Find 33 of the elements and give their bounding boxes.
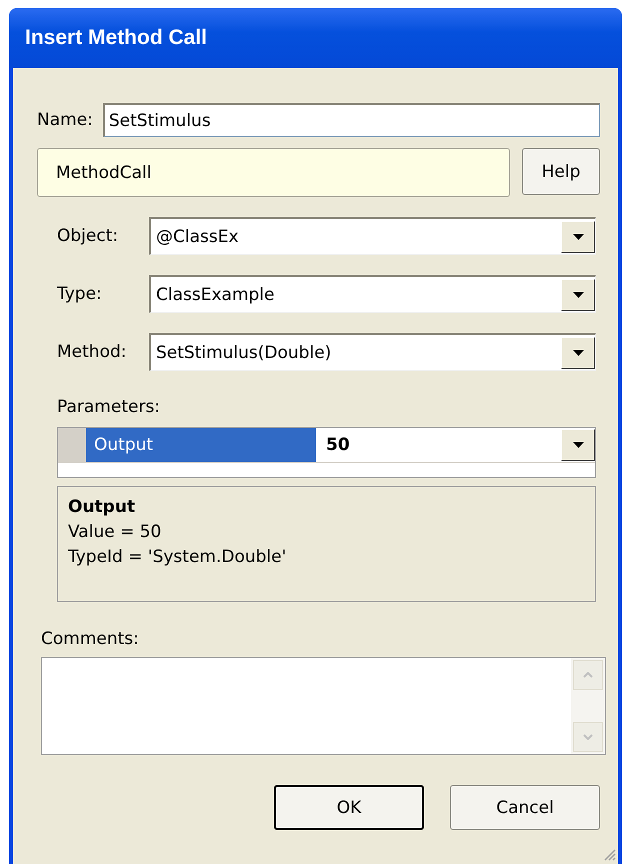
field-label: Name:: [37, 110, 93, 130]
name-field[interactable]: SetStimulus: [102, 103, 600, 137]
window-title: Insert Method Call: [25, 26, 208, 50]
dialog-button[interactable]: OK: [274, 785, 424, 830]
type-banner: MethodCall: [37, 148, 510, 197]
caret-icon: [572, 292, 584, 298]
parameter-value[interactable]: 50: [316, 428, 595, 462]
dropdown-button[interactable]: [561, 278, 595, 310]
caret-icon: [572, 350, 584, 356]
dialog-button[interactable]: Cancel: [450, 785, 600, 830]
field-label: Type:: [57, 284, 103, 304]
dropdown[interactable]: SetStimulus(Double): [149, 333, 596, 371]
description-title: Output: [68, 496, 136, 519]
parameter-name[interactable]: Output: [86, 428, 316, 462]
dropdown-button[interactable]: [561, 336, 595, 368]
section-label: Comments:: [41, 629, 140, 649]
caret-icon: [572, 234, 584, 240]
help-button[interactable]: Help: [522, 148, 600, 195]
scroll-up-icon[interactable]: [573, 660, 603, 690]
description-text: Value = 50: [68, 521, 162, 544]
field-label: Method:: [57, 342, 128, 362]
description-text: TypeId = 'System.Double': [68, 546, 288, 569]
value-text: 50: [326, 435, 350, 455]
field-label: Object:: [57, 226, 120, 246]
dropdown[interactable]: @ClassEx: [149, 217, 596, 255]
comments-field[interactable]: [41, 657, 606, 755]
scroll-down-icon[interactable]: [573, 722, 603, 752]
dropdown-button[interactable]: [561, 220, 595, 252]
dropdown-button[interactable]: [561, 429, 595, 461]
caret-icon: [572, 442, 584, 448]
scrollbar[interactable]: [571, 658, 605, 754]
dropdown[interactable]: ClassExample: [149, 275, 596, 313]
section-label: Parameters:: [57, 397, 162, 417]
